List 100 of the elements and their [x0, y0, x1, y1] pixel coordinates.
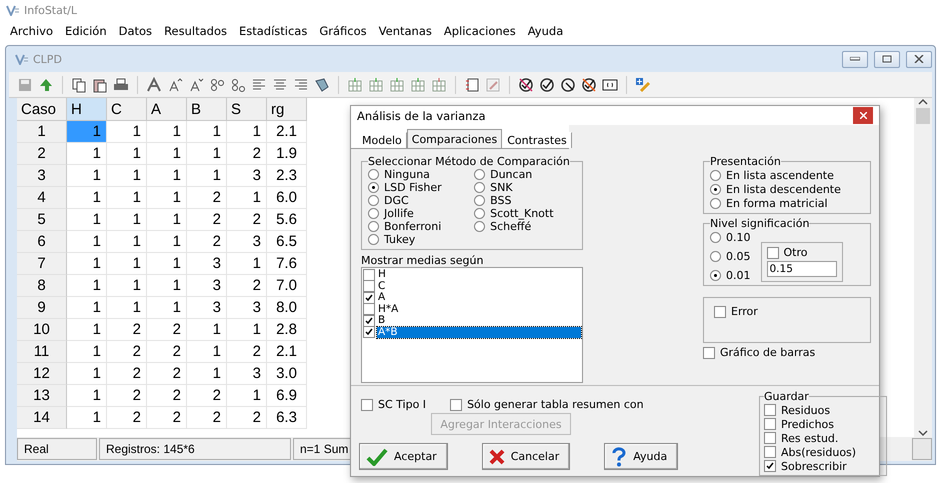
dialog-button[interactable]: Ayuda	[604, 443, 678, 470]
checkbox-option[interactable]: Sobrescribir	[764, 459, 882, 473]
upload-arrow-icon[interactable]	[38, 76, 54, 92]
radio-option[interactable]: Tukey	[368, 233, 464, 246]
menu-item[interactable]: Archivo	[4, 24, 59, 38]
menu-item[interactable]: Edición	[59, 24, 113, 38]
radio-option[interactable]: Duncan	[474, 168, 576, 181]
table-cell: 2	[107, 341, 147, 363]
table-cell: 2	[187, 407, 227, 429]
column-header[interactable]: rg	[267, 98, 307, 121]
row-header: 12	[17, 363, 67, 385]
table-cell: 1	[147, 165, 187, 187]
table-cell: 1	[67, 121, 107, 143]
column-header[interactable]: Caso	[17, 98, 67, 121]
add-edit-icon[interactable]	[635, 76, 651, 92]
print-icon[interactable]	[113, 76, 129, 92]
radio-option[interactable]: BSS	[474, 194, 576, 207]
table-cell: 3	[187, 253, 227, 275]
list-item[interactable]: H*A	[363, 304, 581, 315]
menu-item[interactable]: Gráficos	[313, 24, 373, 38]
input-field[interactable]: 0.15	[766, 261, 836, 277]
checkbox-option[interactable]: Error	[714, 305, 860, 318]
radio-option[interactable]: Ninguna	[368, 168, 464, 181]
minimize-icon	[850, 57, 860, 61]
table-cell: 1	[67, 341, 107, 363]
list-item-text: A	[377, 292, 386, 304]
bracket-box-icon[interactable]	[602, 76, 618, 92]
tab[interactable]: Comparaciones	[406, 129, 502, 148]
dialog-button[interactable]: Aceptar	[359, 443, 448, 470]
scroll-thumb[interactable]	[916, 108, 930, 124]
radio-option[interactable]: LSD Fisher	[368, 181, 464, 194]
copy-icon[interactable]	[71, 76, 87, 92]
check-circle-icon[interactable]	[539, 76, 555, 92]
column-header[interactable]: H	[67, 98, 107, 121]
list-icon[interactable]	[464, 76, 480, 92]
align-right-icon[interactable]	[293, 76, 309, 92]
minimize-button[interactable]	[842, 50, 868, 68]
table-cell: 2.1	[267, 121, 307, 143]
menu-item[interactable]: Resultados	[158, 24, 233, 38]
table-cell: 2	[187, 187, 227, 209]
radio-option[interactable]: 0.05	[710, 250, 750, 263]
radio-option[interactable]: Jollife	[368, 207, 464, 220]
table-cell: 1	[107, 231, 147, 253]
checkbox-option[interactable]: Sólo generar tabla resumen con	[450, 398, 644, 411]
checkbox-option[interactable]: Otro	[766, 246, 836, 259]
table-cell: 1	[107, 121, 147, 143]
align-center-icon[interactable]	[272, 76, 288, 92]
paste-icon[interactable]	[92, 76, 108, 92]
table-cell: 3	[227, 231, 267, 253]
check-cross-icon[interactable]	[581, 76, 597, 92]
column-header[interactable]: B	[187, 98, 227, 121]
close-button[interactable]	[906, 50, 932, 68]
radio-option[interactable]: 0.10	[710, 231, 750, 244]
font-icon[interactable]	[146, 76, 162, 92]
table-cell: 1	[187, 121, 227, 143]
radio-option[interactable]: Bonferroni	[368, 220, 464, 233]
radio-option[interactable]: En forma matricial	[710, 196, 864, 210]
menu-item[interactable]: Datos	[112, 24, 158, 38]
list-item[interactable]: H	[363, 269, 581, 280]
checkbox-option[interactable]: Predichos	[764, 417, 882, 431]
dialog-button[interactable]: Cancelar	[482, 443, 570, 470]
dialog-title: Análisis de la varianza	[357, 108, 486, 122]
table-cell: 1	[187, 341, 227, 363]
table-cell: 1	[107, 209, 147, 231]
font-shrink-icon[interactable]	[188, 76, 204, 92]
radio-option[interactable]: En lista ascendente	[710, 168, 864, 182]
radio-option[interactable]: 0.01	[710, 269, 750, 282]
radio-option[interactable]: DGC	[368, 194, 464, 207]
radio-option[interactable]: SNK	[474, 181, 576, 194]
restore-button[interactable]	[874, 50, 900, 68]
list-label: Mostrar medias según	[361, 254, 484, 267]
table-cell: 2	[107, 363, 147, 385]
radio-option[interactable]: En lista descendente	[710, 182, 864, 196]
table-cell: 3	[187, 275, 227, 297]
column-header[interactable]: C	[107, 98, 147, 121]
column-header[interactable]: A	[147, 98, 187, 121]
menu-item[interactable]: Ayuda	[522, 24, 570, 38]
checkbox-option[interactable]: Gráfico de barras	[703, 346, 871, 359]
table-cell: 1	[67, 363, 107, 385]
close-button[interactable]	[853, 107, 873, 124]
checkbox-option[interactable]: Abs(residuos)	[764, 445, 882, 459]
checkbox-option[interactable]: SC Tipo I	[361, 398, 426, 411]
font-grow-icon[interactable]	[167, 76, 183, 92]
menu-item[interactable]: Estadísticas	[232, 24, 314, 38]
checkbox-option[interactable]: Res estud.	[764, 431, 882, 445]
radio-option[interactable]: Scott_Knott	[474, 207, 576, 220]
table-cell: 2	[227, 341, 267, 363]
table-cell: 1	[187, 363, 227, 385]
column-header[interactable]: S	[227, 98, 267, 121]
menu-item[interactable]: Aplicaciones	[438, 24, 522, 38]
menu-item[interactable]: Ventanas	[372, 24, 438, 38]
table-cell: 1	[67, 407, 107, 429]
check-cross-icon[interactable]	[518, 76, 534, 92]
list-item[interactable]: C	[363, 280, 581, 292]
checkbox-option[interactable]: Residuos	[764, 403, 882, 417]
table-cell: 8.0	[267, 297, 307, 319]
radio-option[interactable]: Scheffé	[474, 220, 576, 233]
align-left-icon[interactable]	[251, 76, 267, 92]
vertical-scrollbar[interactable]	[914, 98, 932, 437]
table-cell: 2	[227, 275, 267, 297]
